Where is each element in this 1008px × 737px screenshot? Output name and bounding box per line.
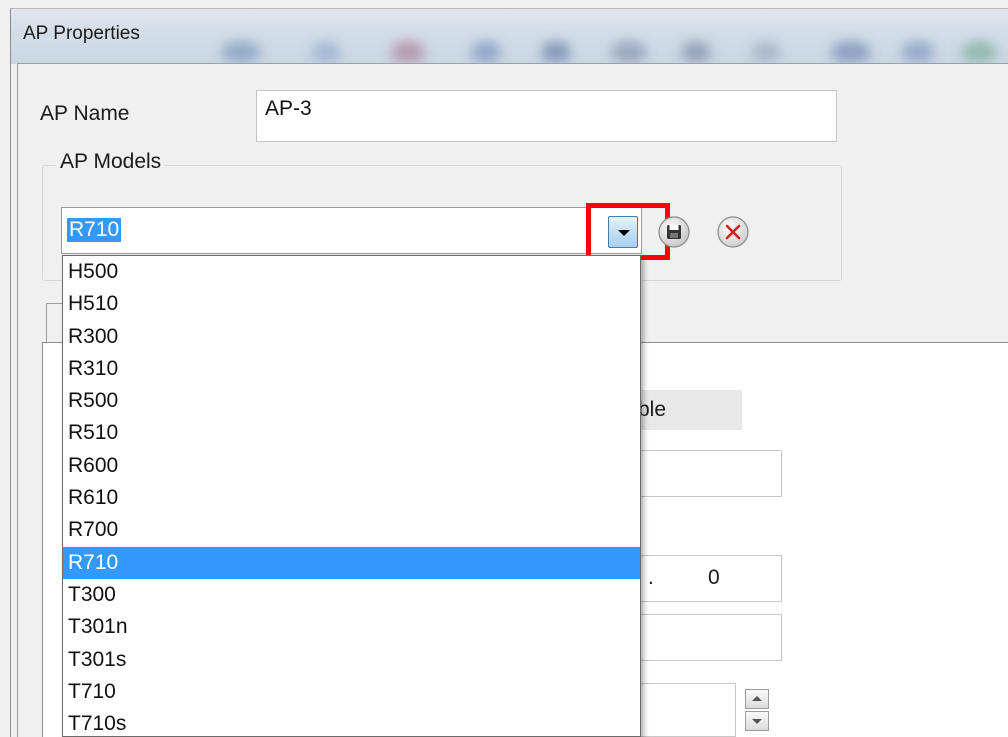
spinner-down-arrow-icon[interactable] bbox=[745, 711, 769, 731]
window-title: AP Properties bbox=[23, 23, 140, 44]
title-bar: AP Properties bbox=[11, 9, 1008, 64]
dropdown-option[interactable]: T710s bbox=[63, 708, 640, 736]
spinner-field[interactable] bbox=[632, 683, 736, 737]
ap-model-dropdown-list[interactable]: H500 H510 R300 R310 R500 R510 R600 R610 R700 R710… bbox=[62, 255, 641, 737]
ap-model-combobox[interactable]: R710 bbox=[61, 207, 642, 254]
text-field-2[interactable] bbox=[632, 614, 782, 661]
dropdown-option[interactable]: R600 bbox=[63, 450, 640, 482]
ap-name-input[interactable]: AP-3 bbox=[256, 90, 837, 142]
enable-label-partial: ble bbox=[638, 398, 667, 421]
dropdown-option[interactable]: R510 bbox=[63, 417, 640, 449]
ap-name-label: AP Name bbox=[40, 102, 130, 125]
dropdown-option[interactable]: T300 bbox=[63, 579, 640, 611]
dropdown-option[interactable]: H500 bbox=[63, 256, 640, 288]
dropdown-option[interactable]: T301n bbox=[63, 611, 640, 643]
dropdown-option[interactable]: R710 bbox=[63, 546, 640, 579]
numeric-field-value: 0 bbox=[708, 566, 720, 589]
dropdown-option[interactable]: R700 bbox=[63, 514, 640, 546]
ap-models-label: AP Models bbox=[56, 150, 166, 174]
delete-button[interactable] bbox=[715, 214, 751, 250]
numeric-field-separator: . bbox=[648, 566, 654, 589]
dropdown-option[interactable]: R610 bbox=[63, 482, 640, 514]
dropdown-option[interactable]: R310 bbox=[63, 353, 640, 385]
dropdown-option[interactable]: R300 bbox=[63, 321, 640, 353]
delete-icon bbox=[717, 216, 749, 248]
dropdown-option[interactable]: R500 bbox=[63, 385, 640, 417]
save-icon bbox=[658, 216, 690, 248]
ap-model-selected-value: R710 bbox=[67, 218, 122, 242]
numeric-field[interactable] bbox=[632, 555, 782, 602]
spinner-up-arrow-icon[interactable] bbox=[745, 689, 769, 709]
dropdown-option[interactable]: T301s bbox=[63, 644, 640, 676]
dropdown-option[interactable]: T710 bbox=[63, 676, 640, 708]
text-field-1[interactable] bbox=[632, 450, 782, 497]
save-button[interactable] bbox=[656, 214, 692, 250]
title-bar-background bbox=[11, 9, 1008, 64]
dropdown-option[interactable]: H510 bbox=[63, 288, 640, 320]
